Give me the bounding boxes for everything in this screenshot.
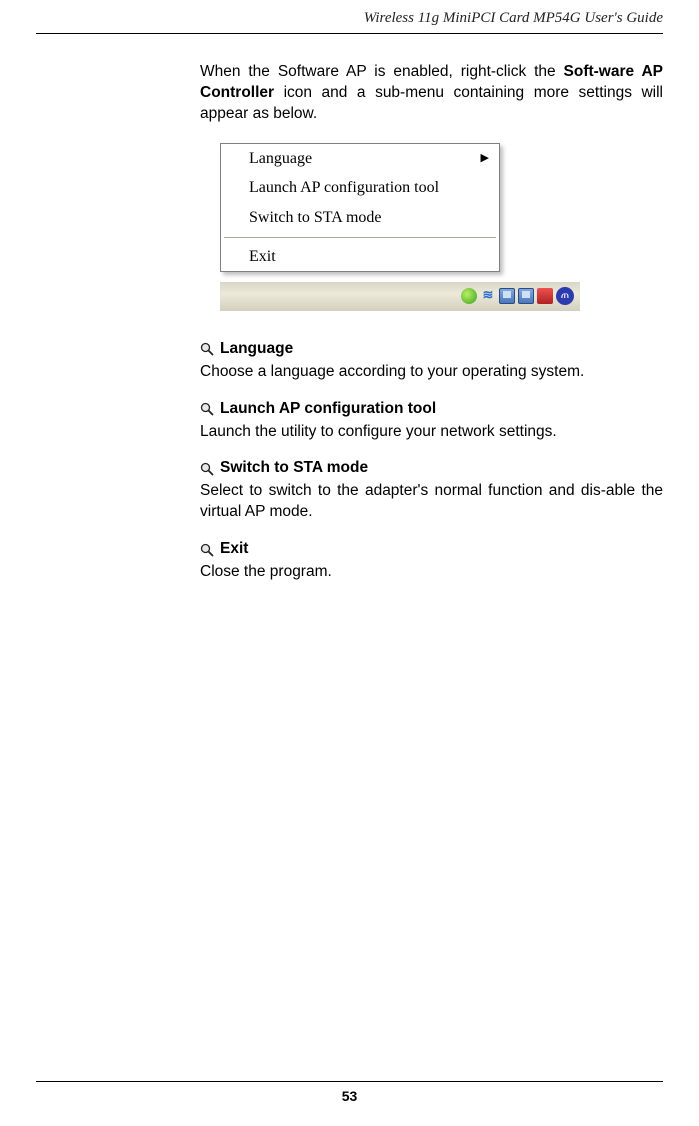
menu-item-exit[interactable]: Exit [221,242,499,272]
section-body: Select to switch to the adapter's normal… [200,481,663,523]
section-heading: Exit [200,539,663,560]
screenshot-figure: Language ▶ Launch AP configuration tool … [220,143,580,311]
tray-m-icon[interactable]: ጠ [556,287,574,305]
submenu-arrow-icon: ▶ [481,151,489,166]
taskbar: ≋ ጠ [220,281,580,311]
context-menu: Language ▶ Launch AP configuration tool … [220,143,500,272]
section-body: Close the program. [200,562,663,583]
page-number: 53 [0,1088,699,1104]
menu-label: Switch to STA mode [249,207,382,229]
section-heading: Switch to STA mode [200,458,663,479]
section-title: Language [220,339,293,360]
menu-item-launch-ap[interactable]: Launch AP configuration tool [221,173,499,203]
menu-label: Exit [249,246,276,268]
magnifier-icon [200,402,214,416]
tray-status-icon[interactable] [461,288,477,304]
section-exit: Exit Close the program. [200,539,663,583]
running-header: Wireless 11g MiniPCI Card MP54G User's G… [0,0,699,33]
section-title: Switch to STA mode [220,458,368,479]
section-launch-ap: Launch AP configuration tool Launch the … [200,399,663,443]
intro-pre: When the Software AP is enabled, right-c… [200,63,564,80]
section-body: Choose a language according to your oper… [200,362,663,383]
menu-item-language[interactable]: Language ▶ [221,144,499,174]
tray-ap-icon[interactable]: ≋ [480,288,496,304]
section-language: Language Choose a language according to … [200,339,663,383]
tray-shield-icon[interactable] [537,288,553,304]
section-body: Launch the utility to configure your net… [200,422,663,443]
section-title: Exit [220,539,248,560]
menu-item-switch-sta[interactable]: Switch to STA mode [221,203,499,233]
section-heading: Language [200,339,663,360]
section-switch-sta: Switch to STA mode Select to switch to t… [200,458,663,523]
menu-label: Language [249,148,312,170]
menu-separator [224,235,496,240]
section-title: Launch AP configuration tool [220,399,436,420]
tray-monitor-icon-2[interactable] [518,288,534,304]
footer-rule [36,1081,663,1082]
intro-paragraph: When the Software AP is enabled, right-c… [200,62,663,125]
magnifier-icon [200,462,214,476]
tray-monitor-icon[interactable] [499,288,515,304]
menu-label: Launch AP configuration tool [249,177,439,199]
magnifier-icon [200,342,214,356]
page-content: When the Software AP is enabled, right-c… [200,34,663,583]
magnifier-icon [200,543,214,557]
page-footer: 53 [0,1081,699,1104]
section-heading: Launch AP configuration tool [200,399,663,420]
